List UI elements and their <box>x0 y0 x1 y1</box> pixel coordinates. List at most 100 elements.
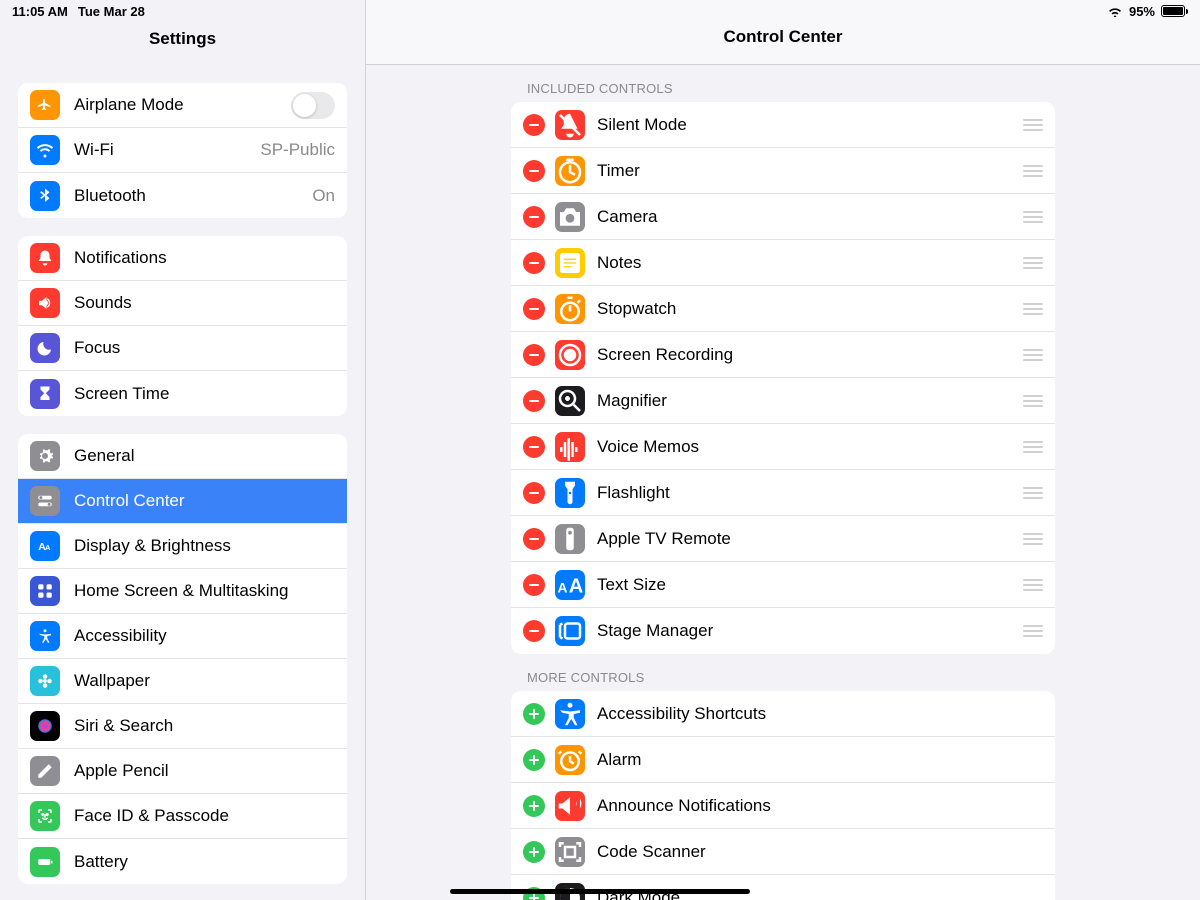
textsize2-icon: AA <box>555 570 585 600</box>
control-label: Code Scanner <box>597 842 706 862</box>
sidebar-item-homescreen[interactable]: Home Screen & Multitasking <box>18 569 347 614</box>
sidebar-item-display[interactable]: AADisplay & Brightness <box>18 524 347 569</box>
accessibility-icon <box>555 699 585 729</box>
control-row: Timer <box>511 148 1055 194</box>
reorder-handle[interactable] <box>1023 579 1043 591</box>
reorder-handle[interactable] <box>1023 119 1043 131</box>
magnifier-icon <box>555 386 585 416</box>
remove-button[interactable] <box>523 298 545 320</box>
remove-button[interactable] <box>523 252 545 274</box>
sidebar-item-label: Face ID & Passcode <box>74 806 335 826</box>
control-row: Apple TV Remote <box>511 516 1055 562</box>
remove-button[interactable] <box>523 620 545 642</box>
sidebar-item-label: Battery <box>74 852 335 872</box>
remove-button[interactable] <box>523 390 545 412</box>
svg-text:A: A <box>569 575 583 597</box>
control-label: Flashlight <box>597 483 670 503</box>
reorder-handle[interactable] <box>1023 303 1043 315</box>
sidebar-item-accessibility[interactable]: Accessibility <box>18 614 347 659</box>
control-row: AA Text Size <box>511 562 1055 608</box>
control-label: Stage Manager <box>597 621 713 641</box>
remove-button[interactable] <box>523 528 545 550</box>
add-button[interactable] <box>523 703 545 725</box>
sidebar-item-label: Wallpaper <box>74 671 335 691</box>
svg-text:A: A <box>558 580 568 595</box>
sidebar-item-wifi[interactable]: Wi-FiSP-Public <box>18 128 347 173</box>
sidebar-item-label: Siri & Search <box>74 716 335 736</box>
remove-button[interactable] <box>523 344 545 366</box>
control-label: Voice Memos <box>597 437 699 457</box>
sidebar-item-battery[interactable]: Battery <box>18 839 347 884</box>
airplane-icon <box>30 90 60 120</box>
sidebar-item-airplane[interactable]: Airplane Mode <box>18 83 347 128</box>
control-row: Code Scanner <box>511 829 1055 875</box>
moon-icon <box>30 333 60 363</box>
sidebar-item-screentime[interactable]: Screen Time <box>18 371 347 416</box>
stage-icon <box>555 616 585 646</box>
reorder-handle[interactable] <box>1023 441 1043 453</box>
section-header: Included Controls <box>527 81 1055 96</box>
wifi-icon <box>1107 5 1123 17</box>
sidebar-item-wallpaper[interactable]: Wallpaper <box>18 659 347 704</box>
control-row: Camera <box>511 194 1055 240</box>
control-label: Text Size <box>597 575 666 595</box>
reorder-handle[interactable] <box>1023 165 1043 177</box>
reorder-handle[interactable] <box>1023 487 1043 499</box>
control-label: Silent Mode <box>597 115 687 135</box>
status-date: Tue Mar 28 <box>78 4 145 19</box>
sidebar-item-siri[interactable]: Siri & Search <box>18 704 347 749</box>
remove-button[interactable] <box>523 436 545 458</box>
control-label: Notes <box>597 253 641 273</box>
reorder-handle[interactable] <box>1023 395 1043 407</box>
sidebar-item-faceid[interactable]: Face ID & Passcode <box>18 794 347 839</box>
sidebar-item-label: Bluetooth <box>74 186 312 206</box>
notes-icon <box>555 248 585 278</box>
sidebar-item-sounds[interactable]: Sounds <box>18 281 347 326</box>
control-row: Screen Recording <box>511 332 1055 378</box>
remove-button[interactable] <box>523 160 545 182</box>
control-row: Alarm <box>511 737 1055 783</box>
sidebar-item-controlcenter[interactable]: Control Center <box>18 479 347 524</box>
sidebar-item-value: SP-Public <box>260 140 335 160</box>
remove-button[interactable] <box>523 114 545 136</box>
svg-text:A: A <box>45 543 51 552</box>
voice-icon <box>555 432 585 462</box>
sidebar-item-general[interactable]: General <box>18 434 347 479</box>
control-label: Camera <box>597 207 657 227</box>
remove-button[interactable] <box>523 482 545 504</box>
add-button[interactable] <box>523 841 545 863</box>
reorder-handle[interactable] <box>1023 625 1043 637</box>
sidebar-item-notifications[interactable]: Notifications <box>18 236 347 281</box>
record-icon <box>555 340 585 370</box>
remove-button[interactable] <box>523 206 545 228</box>
control-row: Magnifier <box>511 378 1055 424</box>
home-indicator[interactable] <box>450 889 750 894</box>
sidebar-item-focus[interactable]: Focus <box>18 326 347 371</box>
control-group: Accessibility ShortcutsAlarmAnnounce Not… <box>511 691 1055 900</box>
reorder-handle[interactable] <box>1023 257 1043 269</box>
accessibility-icon <box>30 621 60 651</box>
timer-icon <box>555 156 585 186</box>
sidebar-item-label: General <box>74 446 335 466</box>
status-time: 11:05 AM <box>12 4 68 19</box>
wifi-icon <box>30 135 60 165</box>
reorder-handle[interactable] <box>1023 533 1043 545</box>
sidebar-item-label: Screen Time <box>74 384 335 404</box>
pencil-icon <box>30 756 60 786</box>
reorder-handle[interactable] <box>1023 211 1043 223</box>
siri-icon <box>30 711 60 741</box>
add-button[interactable] <box>523 795 545 817</box>
status-battery-percent: 95% <box>1129 4 1155 19</box>
speaker-icon <box>30 288 60 318</box>
airplane-toggle[interactable] <box>291 92 335 119</box>
sidebar-item-bluetooth[interactable]: BluetoothOn <box>18 173 347 218</box>
faceid-icon <box>30 801 60 831</box>
bell-icon <box>30 243 60 273</box>
remove-button[interactable] <box>523 574 545 596</box>
add-button[interactable] <box>523 749 545 771</box>
switches-icon <box>30 486 60 516</box>
reorder-handle[interactable] <box>1023 349 1043 361</box>
sidebar-item-value: On <box>312 186 335 206</box>
sidebar-item-label: Apple Pencil <box>74 761 335 781</box>
sidebar-item-pencil[interactable]: Apple Pencil <box>18 749 347 794</box>
